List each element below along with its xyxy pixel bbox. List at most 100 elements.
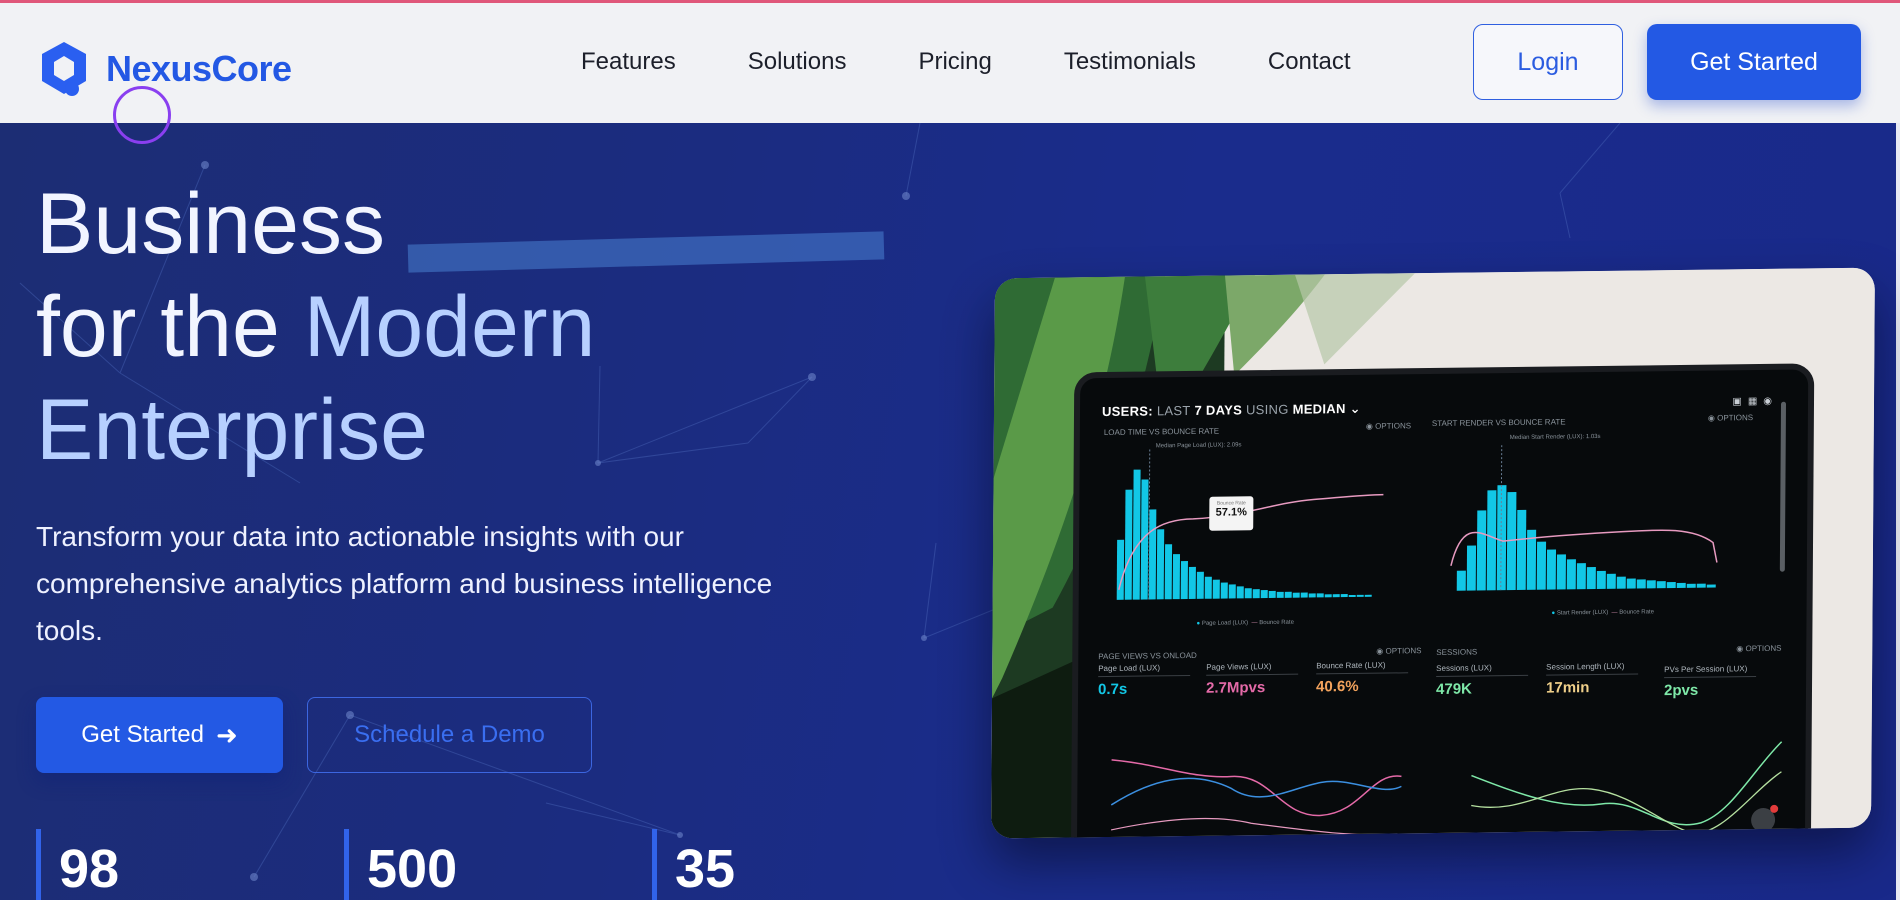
stat-1-value: 98: [59, 839, 120, 899]
headline-for-the: for the: [36, 279, 280, 375]
title-median: MEDIAN: [1292, 401, 1346, 417]
pane1-options: ◉ OPTIONS: [1365, 421, 1412, 431]
hero-get-started-button[interactable]: Get Started ➜: [36, 697, 283, 773]
histogram-bar: [1196, 571, 1204, 599]
histogram-bar: [1220, 582, 1228, 599]
histogram-bar: [1696, 583, 1706, 588]
pane4-label: SESSIONS: [1436, 647, 1478, 657]
histogram-bar: [1546, 549, 1557, 590]
pane3-options: ◉ OPTIONS: [1376, 646, 1422, 656]
metric-page-load: Page Load (LUX) 0.7s: [1098, 662, 1191, 699]
nav-testimonials[interactable]: Testimonials: [1064, 48, 1196, 76]
title-7days: 7 DAYS: [1194, 402, 1243, 418]
title-using: USING: [1245, 401, 1289, 418]
histogram-bar: [1576, 563, 1586, 590]
metric-sessions: Sessions (LUX) 479K: [1436, 662, 1529, 698]
headline-line-1: Business: [36, 176, 385, 272]
histogram-bar: [1268, 590, 1276, 599]
legend2-b: Bounce Rate: [1619, 609, 1654, 616]
logo-hexagon-icon: [42, 42, 86, 96]
histogram-bar: [1188, 566, 1196, 599]
arrow-right-icon: ➜: [215, 719, 238, 750]
histogram-bar: [1706, 584, 1716, 588]
metric-bounce-rate: Bounce Rate (LUX) 40.6%: [1316, 660, 1409, 695]
histogram-bar: [1228, 584, 1236, 599]
histogram-bar: [1536, 541, 1547, 590]
legend2-a: Start Render (LUX): [1556, 609, 1609, 617]
histogram-bar: [1300, 592, 1308, 598]
pane1-label: LOAD TIME VS BOUNCE RATE: [1103, 426, 1220, 438]
hero-headline: Business for the Modern Enterprise: [36, 173, 595, 482]
histogram-bar: [1566, 559, 1576, 590]
histogram-bar: [1172, 554, 1181, 600]
stat-1: 98: [36, 829, 119, 900]
histogram-bar: [1276, 591, 1284, 598]
metric-pvs-per-session-label: PVs Per Session (LUX): [1664, 664, 1757, 679]
metric-session-length: Session Length (LUX) 17min: [1545, 661, 1639, 697]
histogram-bar: [1308, 593, 1316, 598]
histogram-bar: [1456, 570, 1466, 591]
histogram-bar: [1260, 590, 1268, 599]
sessions-line: [1471, 741, 1783, 826]
histogram-bar: [1516, 509, 1527, 590]
header-get-started-button[interactable]: Get Started: [1647, 24, 1861, 100]
histogram-bar: [1606, 573, 1616, 589]
metric-page-views-value: 2.7Mpvs: [1206, 679, 1266, 697]
histogram-bar: [1324, 594, 1332, 598]
monitor-icon: ▣: [1732, 396, 1748, 408]
histogram-bar: [1636, 579, 1646, 589]
stat-2-value: 500: [367, 839, 458, 899]
metric-sessions-label: Sessions (LUX): [1436, 662, 1529, 677]
schedule-demo-button[interactable]: Schedule a Demo: [307, 697, 592, 773]
histogram-bar: [1148, 509, 1157, 600]
pane2-label: START RENDER VS BOUNCE RATE: [1431, 417, 1566, 429]
metric-pvs-per-session: PVs Per Session (LUX) 2pvs: [1664, 664, 1757, 699]
histogram-bar: [1586, 567, 1596, 590]
bounce-rate-tooltip: Bounce Rate 57.1%: [1209, 496, 1254, 531]
histogram-bar: [1124, 489, 1133, 600]
metric-session-length-value: 17min: [1545, 679, 1590, 697]
histogram-bar: [1656, 581, 1666, 589]
cursor-indicator: [113, 86, 171, 144]
pane3-options-label: OPTIONS: [1385, 646, 1422, 656]
histogram-bar: [1466, 545, 1477, 591]
chevron-down-icon: ⌄: [1349, 400, 1361, 417]
page-load-line: [1110, 777, 1402, 806]
histogram-bar: [1156, 529, 1165, 600]
tablet-device: USERS: LAST 7 DAYS USING MEDIAN ⌄ ▣▦◉ LO…: [1070, 363, 1815, 839]
histogram-bar: [1348, 594, 1356, 598]
histogram-bar: [1236, 586, 1244, 599]
histogram-bar: [1116, 539, 1125, 600]
nav-features[interactable]: Features: [581, 48, 676, 76]
pane3-label: PAGE VIEWS VS ONLOAD: [1098, 650, 1197, 662]
histogram-bar: [1316, 593, 1324, 598]
page-views-line: [1111, 759, 1402, 817]
login-button[interactable]: Login: [1473, 24, 1623, 100]
legend2: ● Start Render (LUX) — Bounce Rate: [1551, 609, 1654, 617]
histogram-bar: [1132, 469, 1141, 600]
tooltip-value: 57.1%: [1215, 506, 1247, 519]
pane2-options: ◉ OPTIONS: [1707, 413, 1754, 423]
nav-pricing[interactable]: Pricing: [918, 48, 991, 76]
stat-2: 500: [344, 829, 457, 900]
headline-modern: Modern: [303, 279, 596, 375]
analytics-screen: USERS: LAST 7 DAYS USING MEDIAN ⌄ ▣▦◉ LO…: [1095, 382, 1790, 839]
page-edge: [1896, 123, 1900, 900]
logo[interactable]: NexusCore: [38, 39, 292, 99]
histogram-bar: [1180, 560, 1188, 600]
median-render-label: Median Start Render (LUX): 1.03s: [1509, 433, 1601, 442]
session-length-line: [1471, 771, 1782, 834]
pane4-options: ◉ OPTIONS: [1736, 643, 1782, 654]
dashboard-title: USERS: LAST 7 DAYS USING MEDIAN ⌄: [1102, 401, 1361, 420]
histogram-bar: [1252, 589, 1260, 599]
legend1: ● Page Load (LUX) — Bounce Rate: [1196, 619, 1294, 627]
histogram-bar: [1244, 588, 1252, 599]
nav-contact[interactable]: Contact: [1268, 48, 1351, 76]
histogram-bar: [1356, 594, 1364, 597]
metric-page-load-value: 0.7s: [1098, 680, 1128, 699]
nav-solutions[interactable]: Solutions: [748, 48, 847, 76]
metric-page-load-label: Page Load (LUX): [1098, 662, 1191, 678]
dashboard-image-card: USERS: LAST 7 DAYS USING MEDIAN ⌄ ▣▦◉ LO…: [991, 267, 1875, 839]
brand-name: NexusCore: [106, 48, 292, 89]
screen-toolbar-icons: ▣▦◉: [1732, 396, 1778, 408]
